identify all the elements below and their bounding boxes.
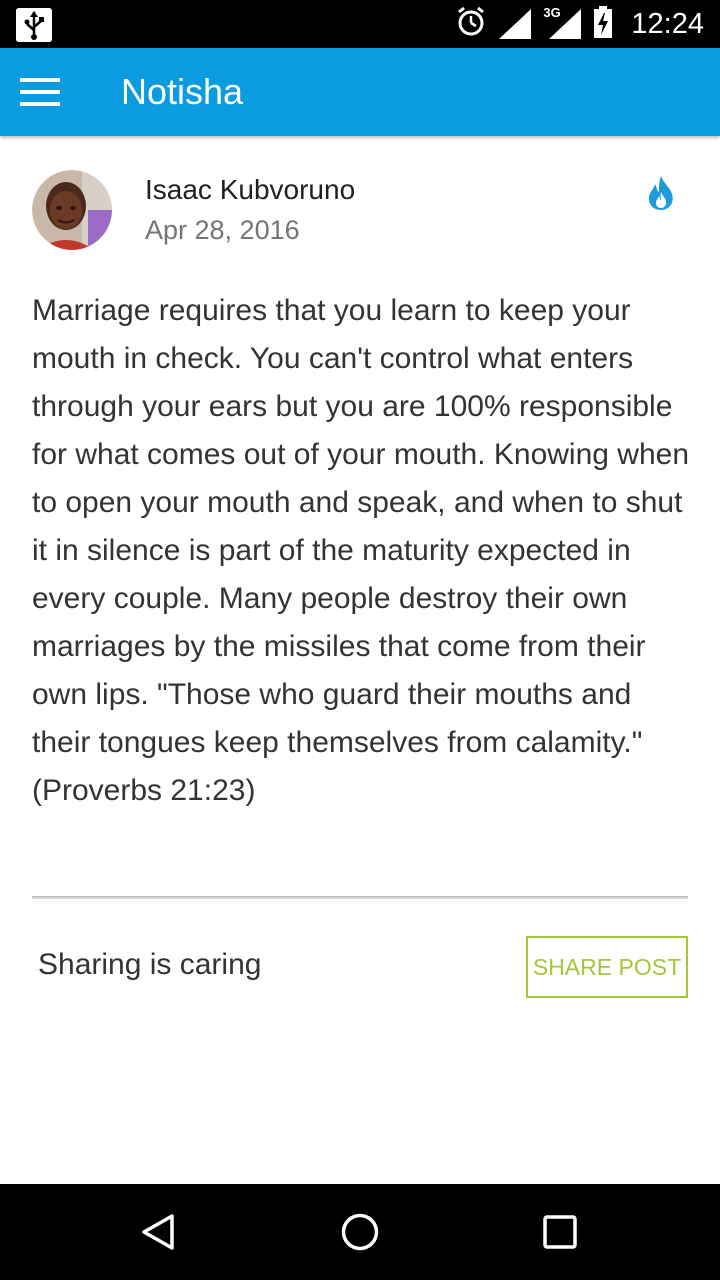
back-icon[interactable] — [136, 1208, 184, 1256]
clock: 12:24 — [631, 7, 704, 40]
post-date: Apr 28, 2016 — [145, 215, 300, 245]
network-type-signal: 3G — [543, 5, 583, 41]
status-icons: 3G 12:24 — [455, 0, 704, 48]
post-header: Isaac Kubvoruno Apr 28, 2016 — [32, 168, 688, 252]
home-icon[interactable] — [336, 1208, 384, 1256]
app-title: Notisha — [121, 71, 244, 112]
divider — [32, 896, 688, 899]
battery-charging-icon — [593, 5, 613, 44]
post-body: Marriage requires that you learn to keep… — [32, 294, 690, 807]
status-bar: 3G 12:24 — [0, 0, 720, 48]
share-post-button[interactable]: SHARE POST — [526, 936, 688, 998]
usb-icon — [16, 8, 52, 42]
fire-icon — [646, 174, 676, 212]
signal-icon — [497, 7, 533, 41]
navigation-bar — [0, 1184, 720, 1280]
author-name[interactable]: Isaac Kubvoruno — [145, 172, 355, 208]
recents-icon[interactable] — [536, 1208, 584, 1256]
hamburger-menu-icon[interactable] — [20, 78, 60, 106]
alarm-icon — [455, 6, 487, 43]
app-bar: Notisha — [0, 48, 720, 136]
avatar[interactable] — [32, 170, 112, 250]
share-caption: Sharing is caring — [38, 948, 262, 981]
